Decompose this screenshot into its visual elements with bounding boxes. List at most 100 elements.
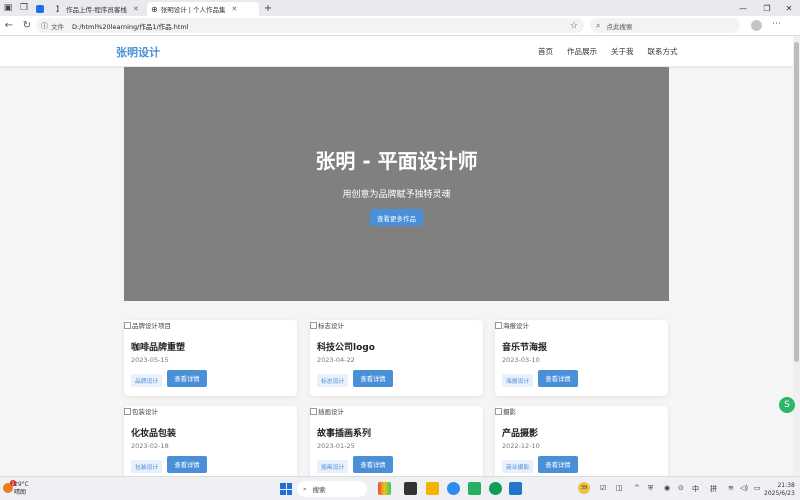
battery-icon[interactable]: ▭ (754, 484, 761, 492)
bookmark-star-icon[interactable]: ☆ (570, 21, 578, 31)
refresh-icon[interactable]: ↻ (18, 17, 36, 35)
view-detail-button[interactable]: 查看详情 (167, 456, 207, 473)
tab-partial[interactable] (32, 2, 52, 16)
restore-icon[interactable]: ❐ (756, 0, 778, 16)
tray-app-icon[interactable]: 39 (578, 482, 590, 494)
tab-label: 张明设计 | 个人作品集 (160, 6, 226, 14)
tray-icon[interactable]: ☑ (600, 484, 606, 492)
terminal-icon[interactable] (404, 482, 417, 495)
tab-upload[interactable]: 】 作品上传-程序员客栈 ✕ (52, 2, 147, 16)
broken-image-icon (124, 407, 131, 415)
close-tab-icon[interactable]: ✕ (232, 5, 238, 13)
work-date: 2023-05-15 (131, 356, 169, 364)
app-icon[interactable] (447, 482, 460, 495)
view-detail-button[interactable]: 查看详情 (353, 370, 393, 387)
taskbar-clock[interactable]: 21:38 2025/6/23 (764, 482, 795, 498)
edge-browser-icon[interactable] (489, 482, 502, 495)
browser-search-input[interactable]: ⌕ 点此搜索 (590, 18, 740, 33)
nav-works[interactable]: 作品展示 (567, 46, 597, 57)
taskbar-search[interactable]: ⌕ 搜索 (297, 481, 367, 497)
bracket-icon: 】 (56, 5, 63, 13)
chart-app-icon[interactable] (378, 482, 391, 495)
new-tab-button[interactable]: + (261, 1, 275, 15)
search-icon: ⌕ (596, 20, 601, 30)
ime-indicator[interactable]: 中 (692, 484, 699, 494)
work-date: 2023-04-22 (317, 356, 355, 364)
nav-contact[interactable]: 联系方式 (648, 46, 678, 57)
workspaces-icon[interactable]: ▣ (0, 0, 16, 16)
view-detail-button[interactable]: 查看详情 (353, 456, 393, 473)
app-icon[interactable] (468, 482, 481, 495)
clock-date: 2025/6/23 (764, 490, 795, 497)
work-card: 包装设计 化妆品包装 2023-02-18 包装设计 查看详情 (124, 406, 297, 476)
image-alt-text: 海报设计 (503, 322, 529, 330)
close-window-icon[interactable]: ✕ (778, 0, 800, 16)
view-more-works-button[interactable]: 查看更多作品 (370, 209, 423, 226)
ime-mode-indicator[interactable]: 拼 (710, 484, 717, 494)
work-date: 2023-01-25 (317, 442, 355, 450)
folder-icon[interactable] (426, 482, 439, 495)
scrollbar-thumb[interactable] (794, 42, 799, 362)
address-bar-row: ← ↻ ⓘ 文件 D:/html%20learning/作品1/作品.html … (0, 16, 800, 36)
work-card: 海报设计 音乐节海报 2023-03-10 海报设计 查看详情 (495, 320, 668, 396)
page-viewport: 张明设计 首页 作品展示 关于我 联系方式 张明 - 平面设计师 用创意为品牌赋… (0, 36, 793, 476)
volume-icon[interactable]: ◁) (740, 484, 748, 492)
broken-image-icon (495, 321, 502, 329)
broken-image-icon (310, 321, 317, 329)
back-icon[interactable]: ← (0, 17, 18, 35)
url-text: D:/html%20learning/作品1/作品.html (72, 22, 189, 31)
minimize-icon[interactable]: — (732, 0, 754, 16)
tray-icon[interactable]: ⊙ (678, 484, 684, 492)
work-tag: 商业摄影 (502, 460, 534, 473)
page-scrollbar[interactable] (793, 36, 800, 476)
browser-tab-bar: ▣ ❐ 】 作品上传-程序员客栈 ✕ ⊕ 张明设计 | 个人作品集 ✕ + — … (0, 0, 800, 16)
work-image-broken: 摄影 (495, 406, 516, 416)
work-title: 科技公司logo (317, 343, 375, 353)
os-taskbar: 2 29°C 晴朗 ⌕ 搜索 39 ☑ ◫ ^ ⛨ ◉ ⊙ 中 拼 ≋ ◁) ▭… (0, 476, 800, 500)
tray-icon[interactable]: ◫ (616, 484, 623, 492)
url-input[interactable]: ⓘ 文件 D:/html%20learning/作品1/作品.html ☆ (36, 18, 584, 33)
nav-home[interactable]: 首页 (538, 46, 553, 57)
image-alt-text: 插画设计 (318, 408, 344, 416)
search-placeholder: 点此搜索 (606, 22, 633, 31)
vscode-icon[interactable] (509, 482, 522, 495)
image-alt-text: 摄影 (503, 408, 516, 416)
image-alt-text: 品牌设计项目 (132, 322, 171, 330)
work-image-broken: 插画设计 (310, 406, 344, 416)
work-title: 咖啡品牌重塑 (131, 343, 186, 353)
work-tag: 包装设计 (131, 460, 163, 473)
work-date: 2023-02-18 (131, 442, 169, 450)
work-image-broken: 标志设计 (310, 320, 344, 330)
view-detail-button[interactable]: 查看详情 (538, 370, 578, 387)
broken-image-icon (124, 321, 131, 329)
work-tag: 插画设计 (317, 460, 349, 473)
tab-label: 作品上传-程序员客栈 (66, 6, 127, 14)
broken-image-icon (310, 407, 317, 415)
weather-widget[interactable]: 29°C 晴朗 (14, 481, 29, 497)
site-logo[interactable]: 张明设计 (116, 44, 160, 60)
wifi-icon[interactable]: ≋ (728, 484, 734, 492)
work-card: 品牌设计项目 咖啡品牌重塑 2023-05-15 品牌设计 查看详情 (124, 320, 297, 396)
site-nav: 首页 作品展示 关于我 联系方式 (538, 46, 678, 57)
close-tab-icon[interactable]: ✕ (133, 5, 139, 13)
profile-avatar[interactable] (751, 20, 762, 31)
view-detail-button[interactable]: 查看详情 (167, 370, 207, 387)
nav-about[interactable]: 关于我 (611, 46, 634, 57)
work-tag: 标志设计 (317, 374, 349, 387)
start-icon[interactable] (280, 483, 292, 495)
tab-portfolio[interactable]: ⊕ 张明设计 | 个人作品集 ✕ (147, 2, 259, 16)
work-date: 2023-03-10 (502, 356, 540, 364)
work-tag: 海报设计 (502, 374, 534, 387)
work-date: 2022-12-10 (502, 442, 540, 450)
tray-icon[interactable]: ◉ (664, 484, 670, 492)
weather-temp: 29°C (14, 481, 29, 488)
hero-banner: 张明 - 平面设计师 用创意为品牌赋予独特灵魂 查看更多作品 (124, 67, 669, 301)
shield-icon[interactable]: ⛨ (648, 484, 653, 493)
globe-icon: ⊕ (151, 4, 158, 14)
broken-image-icon (495, 407, 502, 415)
more-menu-icon[interactable]: ⋯ (772, 19, 781, 29)
floating-assistant-icon[interactable]: S (779, 397, 795, 413)
tab-actions-icon[interactable]: ❐ (16, 0, 32, 16)
view-detail-button[interactable]: 查看详情 (538, 456, 578, 473)
chevron-up-icon[interactable]: ^ (634, 484, 640, 492)
